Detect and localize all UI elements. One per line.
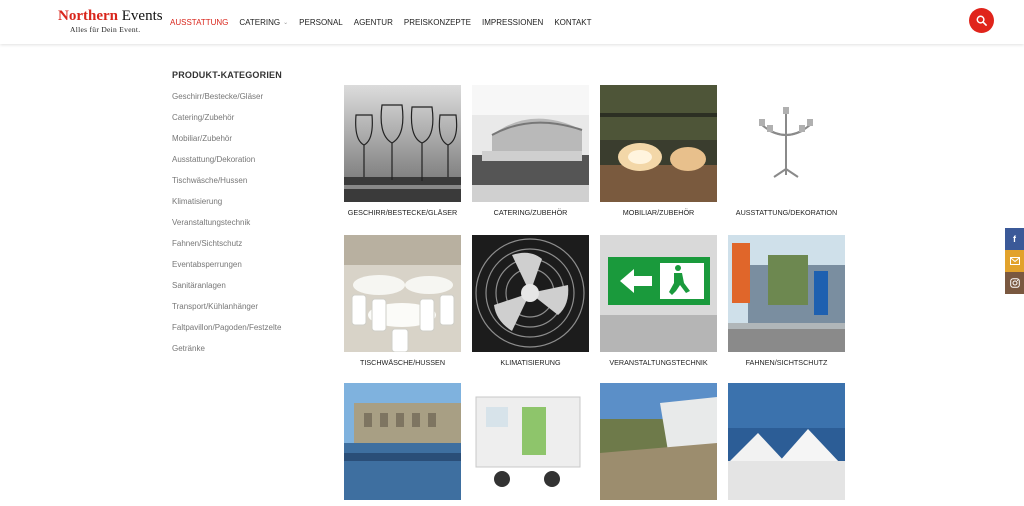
category-tile[interactable]: AUSSTATTUNG/DEKORATION [728, 85, 845, 217]
category-link[interactable]: Veranstaltungstechnik [172, 218, 250, 227]
category-tile[interactable]: FAHNEN/SICHTSCHUTZ [728, 235, 845, 367]
mail-icon [1009, 257, 1020, 265]
nav-agentur[interactable]: AGENTUR [354, 18, 393, 27]
tile-image-table-covers[interactable] [344, 235, 461, 352]
nav-preiskonzepte[interactable]: PREISKONZEPTE [404, 18, 471, 27]
category-link[interactable]: Sanitäranlagen [172, 281, 226, 290]
site-header: Northern Events Alles für Dein Event. AU… [0, 0, 1024, 44]
category-link[interactable]: Transport/Kühlanhänger [172, 302, 258, 311]
logo-tagline: Alles für Dein Event. [70, 25, 141, 34]
category-tile[interactable] [344, 383, 461, 506]
category-tile[interactable]: CATERING/ZUBEHÖR [472, 85, 589, 217]
tile-image-barriers[interactable] [344, 383, 461, 500]
tile-image-fan[interactable] [472, 235, 589, 352]
nav-label: PREISKONZEPTE [403, 17, 471, 27]
tile-image-toilet-trailer[interactable] [472, 383, 589, 500]
category-tile[interactable] [472, 383, 589, 506]
nav-label: KONTAKT [554, 17, 592, 27]
category-tile[interactable]: TISCHWÄSCHE/HUSSEN [344, 235, 461, 367]
nav-label: AGENTUR [353, 17, 393, 27]
category-link[interactable]: Tischwäsche/Hussen [172, 176, 247, 185]
nav-label: IMPRESSIONEN [481, 17, 544, 27]
tile-caption[interactable]: KLIMATISIERUNG [472, 358, 589, 367]
tile-image-chafing-dish[interactable] [472, 85, 589, 202]
category-link[interactable]: Catering/Zubehör [172, 113, 234, 122]
nav-kontakt[interactable]: KONTAKT [554, 18, 591, 27]
tile-caption[interactable]: MOBILIAR/ZUBEHÖR [600, 208, 717, 217]
category-link[interactable]: Eventabsperrungen [172, 260, 242, 269]
category-tile[interactable]: KLIMATISIERUNG [472, 235, 589, 367]
tile-image-pagoda-tents[interactable] [728, 383, 845, 500]
tile-image-candelabra[interactable] [728, 85, 845, 202]
category-link[interactable]: Faltpavillon/Pagoden/Festzelte [172, 323, 281, 332]
category-link[interactable]: Fahnen/Sichtschutz [172, 239, 242, 248]
logo-brand: Northern [58, 8, 118, 24]
category-link[interactable]: Geschirr/Bestecke/Gläser [172, 92, 263, 101]
tile-caption[interactable]: CATERING/ZUBEHÖR [472, 208, 589, 217]
logo-brand-suffix: Events [121, 8, 163, 24]
tile-caption[interactable]: AUSSTATTUNG/DEKORATION [728, 208, 845, 217]
tile-image-glassware[interactable] [344, 85, 461, 202]
tile-image-furniture[interactable] [600, 85, 717, 202]
category-link[interactable]: Mobiliar/Zubehör [172, 134, 232, 143]
category-link[interactable]: Ausstattung/Dekoration [172, 155, 255, 164]
tile-caption[interactable]: TISCHWÄSCHE/HUSSEN [344, 358, 461, 367]
category-link[interactable]: Klimatisierung [172, 197, 222, 206]
nav-label: AUSSTATTUNG [170, 17, 229, 27]
tile-caption[interactable]: FAHNEN/SICHTSCHUTZ [728, 358, 845, 367]
category-tile[interactable] [728, 383, 845, 506]
instagram-icon [1009, 278, 1020, 288]
category-link[interactable]: Getränke [172, 344, 205, 353]
category-tile[interactable]: MOBILIAR/ZUBEHÖR [600, 85, 717, 217]
nav-personal[interactable]: PERSONAL [299, 18, 343, 27]
search-button[interactable] [969, 8, 994, 33]
tile-image-exit-sign[interactable] [600, 235, 717, 352]
category-tile[interactable]: VERANSTALTUNGSTECHNIK [600, 235, 717, 367]
mail-button[interactable] [1005, 250, 1024, 272]
category-tile[interactable]: GESCHIRR/BESTECKE/GLÄSER [344, 85, 461, 217]
tile-caption[interactable]: VERANSTALTUNGSTECHNIK [600, 358, 717, 367]
tile-image-flags[interactable] [728, 235, 845, 352]
instagram-button[interactable] [1005, 272, 1024, 294]
chevron-down-icon: ⌄ [283, 19, 289, 26]
logo[interactable]: Northern Events Alles für Dein Event. [58, 8, 163, 35]
category-tile[interactable] [600, 383, 717, 506]
nav-catering[interactable]: CATERING ⌄ [239, 18, 288, 27]
facebook-icon: f [1013, 234, 1016, 244]
sidebar-title: PRODUKT-KATEGORIEN [172, 70, 282, 80]
nav-impressionen[interactable]: IMPRESSIONEN [482, 18, 543, 27]
facebook-button[interactable]: f [1005, 228, 1024, 250]
nav-label: CATERING [239, 17, 281, 27]
nav-ausstattung[interactable]: AUSSTATTUNG [170, 18, 228, 27]
main-nav: AUSSTATTUNG CATERING ⌄ PERSONAL AGENTUR P… [170, 0, 603, 44]
search-icon [976, 15, 987, 26]
tile-caption[interactable]: GESCHIRR/BESTECKE/GLÄSER [344, 208, 461, 217]
tile-image-cooling-trailers[interactable] [600, 383, 717, 500]
nav-label: PERSONAL [299, 17, 343, 27]
